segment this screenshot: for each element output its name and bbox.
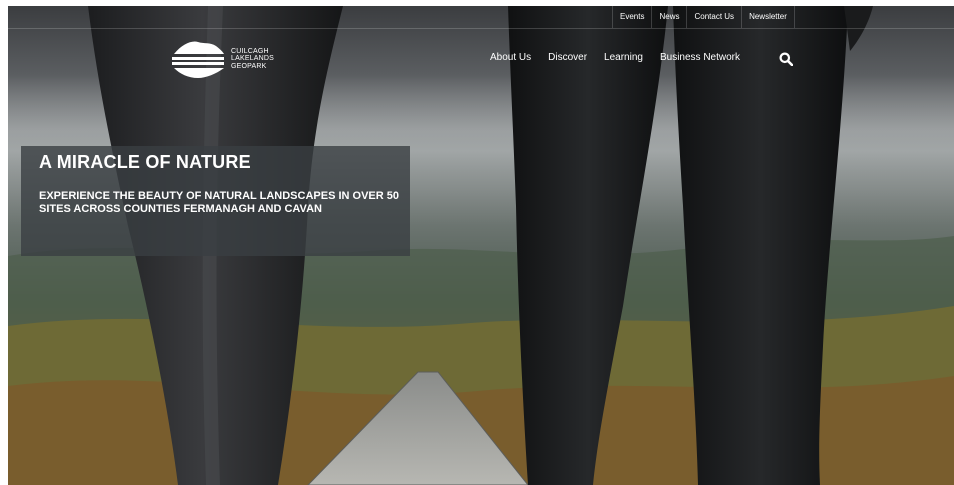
logo-line: CUILCAGH: [231, 47, 269, 55]
logo-wordmark: CUILCAGH LAKELANDS GEOPARK: [231, 48, 274, 71]
site-logo[interactable]: CUILCAGH LAKELANDS GEOPARK: [170, 38, 274, 80]
hero-subtitle: EXPERIENCE THE BEAUTY OF NATURAL LANDSCA…: [39, 190, 399, 215]
hero-title: A MIRACLE OF NATURE: [39, 152, 251, 172]
utility-nav: Events News Contact Us Newsletter: [612, 6, 795, 28]
hero-card: A MIRACLE OF NATURE EXPERIENCE THE BEAUT…: [21, 146, 410, 256]
utility-link-contact-us[interactable]: Contact Us: [687, 6, 743, 28]
logo-line: GEOPARK: [231, 62, 267, 70]
utility-link-events[interactable]: Events: [613, 6, 653, 28]
geopark-logo-icon: [172, 41, 224, 78]
header-divider: [8, 28, 954, 29]
nav-item-about-us[interactable]: About Us: [490, 52, 531, 63]
utility-link-news[interactable]: News: [652, 6, 688, 28]
logo-line: LAKELANDS: [231, 55, 275, 63]
nav-item-learning[interactable]: Learning: [604, 52, 643, 63]
search-icon[interactable]: [779, 52, 793, 66]
nav-item-business-network[interactable]: Business Network: [660, 52, 740, 63]
utility-link-newsletter[interactable]: Newsletter: [742, 6, 795, 28]
nav-item-discover[interactable]: Discover: [548, 52, 587, 63]
main-nav: About Us Discover Learning Business Netw…: [490, 52, 757, 63]
